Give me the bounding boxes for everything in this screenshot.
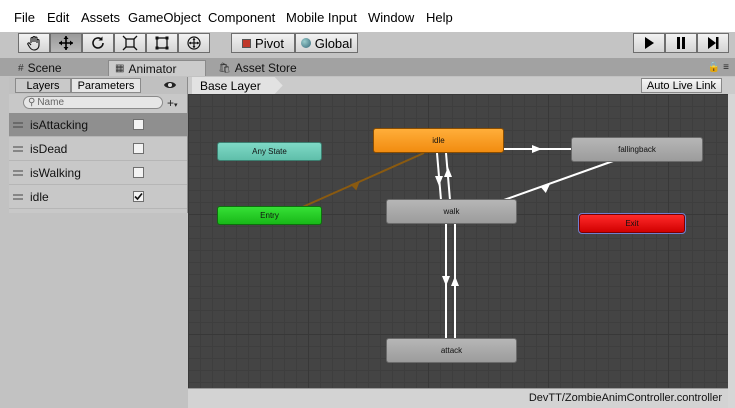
parameter-row[interactable]: isDead [9, 137, 187, 161]
move-arrows-icon [59, 36, 73, 50]
rotate-tool-button[interactable] [82, 33, 114, 53]
state-idle[interactable]: idle [373, 128, 504, 153]
rotate-icon [92, 36, 104, 49]
grid-icon: # [18, 62, 24, 74]
subtab-parameters[interactable]: Parameters [71, 78, 141, 93]
parameter-name: isDead [30, 141, 68, 156]
transition-idle-walk[interactable] [435, 152, 452, 201]
panel-subtabs: Layers Parameters [9, 77, 187, 94]
checkmark-icon [134, 192, 143, 201]
scale-tool-button[interactable] [114, 33, 146, 53]
menu-component[interactable]: Component [208, 10, 275, 25]
transform-icon [187, 36, 201, 50]
state-entry[interactable]: Entry [217, 206, 322, 225]
tab-animator[interactable]: ▦ Animator [108, 60, 206, 76]
parameter-row[interactable]: isAttacking [9, 113, 187, 137]
animator-icon: ▦ [115, 63, 125, 74]
state-attack[interactable]: attack [386, 338, 517, 363]
menu-edit[interactable]: Edit [47, 10, 69, 25]
parameter-list: isAttacking isDead isWalking idle [9, 113, 187, 209]
pivot-label: Pivot [255, 35, 284, 51]
window-tabs: # Scene ▦ Animator 🛍 Asset Store 🔒 ≡ [0, 58, 735, 76]
auto-live-link-button[interactable]: Auto Live Link [640, 78, 722, 93]
state-exit[interactable]: Exit [578, 213, 686, 234]
panel-edge [728, 94, 735, 408]
parameter-name: idle [30, 189, 49, 204]
play-button[interactable] [633, 33, 665, 53]
rect-transform-icon [155, 36, 169, 50]
search-placeholder: Name [37, 97, 65, 108]
tab-scene-label: Scene [27, 61, 62, 75]
tab-animator-label: Animator [128, 61, 177, 76]
step-icon [708, 37, 719, 49]
menu-bar: File Edit Assets GameObject Component Mo… [0, 0, 735, 32]
hand-icon [27, 35, 40, 51]
status-footer: DevTT/ZombieAnimController.controller [188, 388, 728, 408]
hand-tool-button[interactable] [18, 33, 50, 53]
breadcrumb-bar: Base Layer Auto Live Link [188, 77, 735, 94]
tab-scene[interactable]: # Scene [18, 60, 62, 76]
tab-asset-store-label: Asset Store [234, 61, 297, 75]
state-any-state[interactable]: Any State [217, 142, 322, 161]
search-icon: ⚲ [28, 97, 36, 108]
menu-mobile-input[interactable]: Mobile Input [286, 10, 357, 25]
pause-button[interactable] [665, 33, 697, 53]
pause-icon [677, 37, 685, 49]
scale-icon [122, 35, 138, 51]
animator-graph[interactable]: Any State Entry idle fallingback walk Ex… [188, 94, 728, 388]
drag-handle-icon[interactable] [13, 170, 23, 176]
add-parameter-button[interactable]: +▾ [167, 96, 178, 110]
move-tool-button[interactable] [50, 33, 82, 53]
lock-icon[interactable]: 🔒 ≡ [708, 62, 729, 73]
controller-path: DevTT/ZombieAnimController.controller [528, 392, 722, 404]
play-icon [645, 37, 654, 49]
drag-handle-icon[interactable] [13, 194, 23, 200]
parameter-row[interactable]: idle [9, 185, 187, 209]
state-walk[interactable]: walk [386, 199, 517, 224]
shopping-bag-icon: 🛍 [218, 62, 231, 74]
tab-asset-store[interactable]: 🛍 Asset Store [218, 60, 297, 76]
parameter-checkbox[interactable] [133, 167, 144, 178]
menu-window[interactable]: Window [368, 10, 414, 25]
parameter-checkbox[interactable] [133, 191, 144, 202]
drag-handle-icon[interactable] [13, 146, 23, 152]
parameter-search-input[interactable]: ⚲ Name [23, 96, 163, 109]
eye-icon[interactable] [163, 80, 177, 90]
rect-tool-button[interactable] [146, 33, 178, 53]
parameter-checkbox[interactable] [133, 143, 144, 154]
menu-assets[interactable]: Assets [81, 10, 120, 25]
drag-handle-icon[interactable] [13, 122, 23, 128]
pivot-icon [242, 38, 252, 48]
global-toggle[interactable]: Global [295, 33, 358, 53]
pivot-toggle[interactable]: Pivot [231, 33, 295, 53]
step-button[interactable] [697, 33, 729, 53]
transition-walk-attack[interactable] [442, 224, 459, 338]
subtab-layers[interactable]: Layers [15, 78, 71, 93]
menu-file[interactable]: File [14, 10, 35, 25]
parameter-row[interactable]: isWalking [9, 161, 187, 185]
parameter-search-row: ⚲ Name +▾ [9, 94, 187, 112]
breadcrumb-base-layer[interactable]: Base Layer [192, 77, 283, 94]
menu-gameobject[interactable]: GameObject [128, 10, 201, 25]
globe-icon [300, 38, 311, 48]
parameters-panel: Layers Parameters ⚲ Name +▾ isAttacking … [9, 77, 188, 213]
main-toolbar: Pivot Global [0, 32, 735, 58]
global-label: Global [314, 35, 353, 51]
menu-help[interactable]: Help [426, 10, 453, 25]
transition-idle-fallingback[interactable] [504, 145, 571, 153]
parameter-name: isWalking [30, 165, 81, 180]
parameter-checkbox[interactable] [133, 119, 144, 130]
transition-walk-fallingback[interactable] [503, 159, 617, 201]
transform-tool-button[interactable] [178, 33, 210, 53]
state-fallingback[interactable]: fallingback [571, 137, 703, 162]
parameter-name: isAttacking [30, 117, 89, 132]
